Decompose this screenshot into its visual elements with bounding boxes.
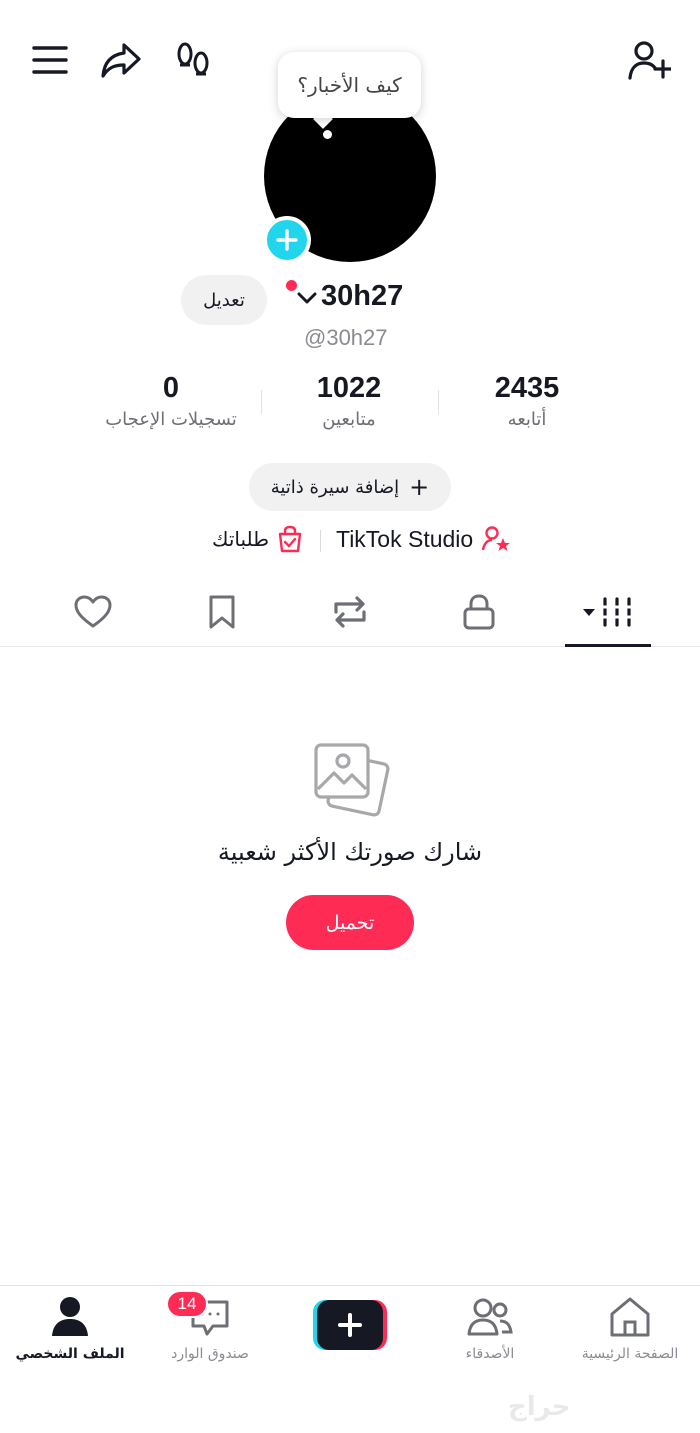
nav-friends[interactable]: الأصدقاء — [420, 1296, 560, 1362]
username[interactable]: 30h27 — [321, 280, 403, 313]
home-icon — [610, 1297, 650, 1337]
followers-count: 1022 — [316, 372, 382, 404]
add-user-icon[interactable] — [626, 38, 672, 82]
nav-inbox[interactable]: صندوق الوارد — [140, 1296, 280, 1362]
orders-link[interactable]: طلباتك — [212, 525, 303, 553]
inbox-badge: 14 — [166, 1290, 208, 1318]
nav-friends-label: الأصدقاء — [465, 1346, 515, 1362]
nav-profile-label: الملف الشخصي — [15, 1346, 125, 1362]
stat-likes[interactable]: 0 تسجيلات الإعجاب — [71, 372, 271, 430]
watermark-logo: حراج — [508, 1392, 571, 1422]
creator-star-icon — [482, 526, 511, 551]
likes-count: 0 — [162, 372, 180, 404]
status-bubble[interactable]: كيف الأخبار؟ — [278, 52, 421, 118]
heart-icon — [74, 595, 112, 628]
tiktok-studio-label: TikTok Studio — [336, 525, 474, 552]
tab-reposts[interactable] — [327, 592, 373, 632]
share-arrow-icon[interactable] — [98, 40, 144, 80]
tab-videos[interactable] — [565, 592, 651, 632]
add-bio-button[interactable]: + إضافة سيرة ذاتية — [249, 463, 451, 511]
followers-label: متابعين — [322, 409, 376, 430]
nav-home[interactable]: الصفحة الرئيسية — [560, 1296, 700, 1362]
orders-label: طلباتك — [212, 527, 270, 551]
edit-profile-button[interactable]: تعديل — [181, 275, 267, 325]
chevron-down-icon[interactable] — [296, 288, 318, 308]
bubble-dot — [323, 130, 332, 139]
likes-label: تسجيلات الإعجاب — [105, 409, 237, 430]
shopping-bag-icon — [278, 525, 302, 553]
upload-button[interactable]: تحميل — [286, 895, 414, 950]
avatar-add-button[interactable] — [263, 216, 311, 264]
lock-icon — [463, 594, 495, 630]
tiktok-studio-link[interactable]: TikTok Studio — [336, 525, 511, 553]
repost-icon — [334, 596, 366, 628]
stat-following[interactable]: 2435 أتابعه — [427, 372, 627, 430]
videos-grid-icon — [583, 597, 633, 627]
tab-liked[interactable] — [70, 592, 116, 632]
bottom-nav-divider — [0, 1285, 700, 1286]
add-bio-label: إضافة سيرة ذاتية — [270, 476, 400, 498]
stat-followers[interactable]: 1022 متابعين — [249, 372, 449, 430]
links-divider — [320, 530, 321, 552]
create-plus-icon — [313, 1300, 387, 1350]
profile-icon — [52, 1297, 88, 1336]
nav-inbox-label: صندوق الوارد — [171, 1346, 249, 1362]
photos-icon — [308, 740, 392, 820]
tab-private[interactable] — [456, 592, 502, 632]
friends-icon — [467, 1298, 513, 1336]
hamburger-menu-icon[interactable] — [30, 42, 70, 78]
user-handle: @30h27 — [304, 325, 388, 350]
active-tab-indicator — [565, 644, 651, 647]
nav-home-label: الصفحة الرئيسية — [581, 1346, 679, 1362]
bookmark-icon — [209, 595, 235, 629]
following-count: 2435 — [494, 372, 560, 404]
create-button[interactable] — [313, 1300, 387, 1350]
plus-icon: + — [409, 473, 430, 501]
plus-icon — [276, 229, 298, 251]
footprints-icon[interactable] — [172, 40, 214, 80]
nav-profile[interactable]: الملف الشخصي — [0, 1296, 140, 1362]
tab-favorites[interactable] — [199, 592, 245, 632]
following-label: أتابعه — [507, 409, 547, 430]
empty-state-title: شارك صورتك الأكثر شعبية — [217, 838, 483, 866]
